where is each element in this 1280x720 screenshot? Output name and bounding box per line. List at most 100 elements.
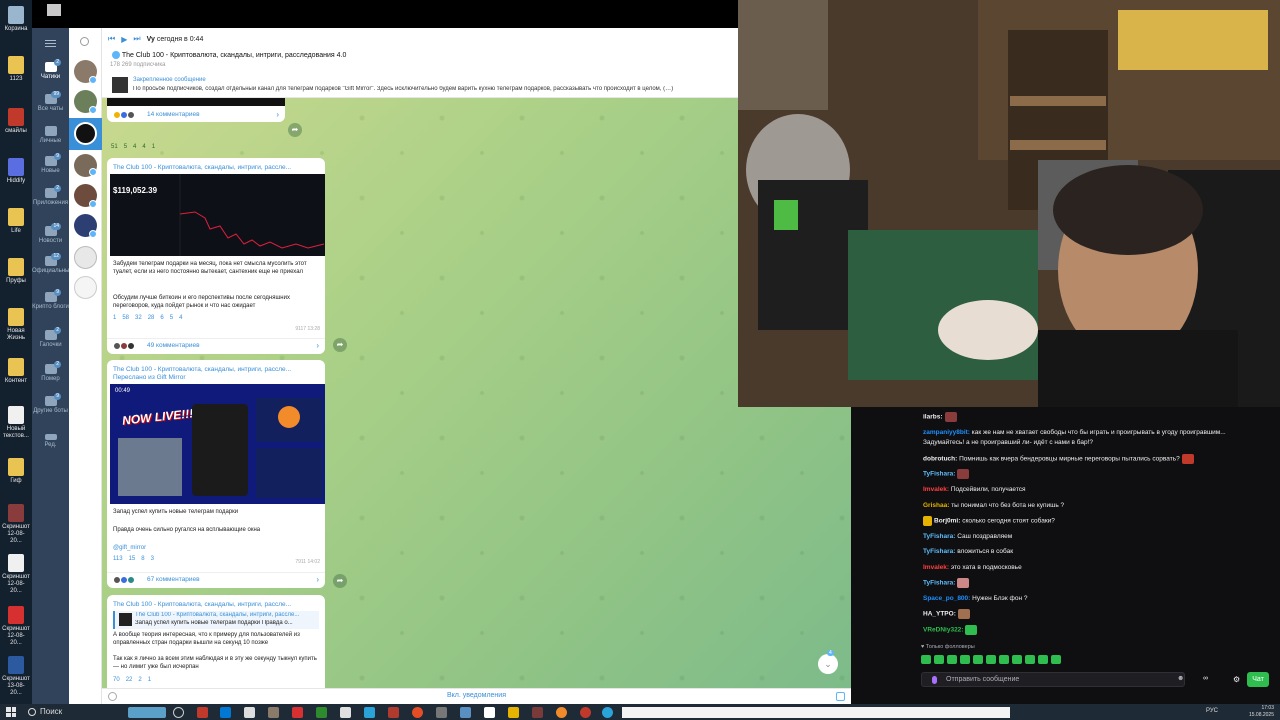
app-icon[interactable] (508, 707, 519, 718)
desktop-icon-new-text[interactable]: Новый текстов... (2, 406, 30, 440)
pinned-text[interactable]: По просьбе подписчиков, создал отдельный… (133, 86, 737, 92)
forwarded-from[interactable]: Переслано из Gift Mirror (113, 374, 186, 381)
desktop-icon-new-life[interactable]: Новая Жизнь (2, 308, 30, 342)
emote-button[interactable] (973, 655, 983, 664)
chat-input[interactable]: Отправить сообщение (921, 672, 1185, 687)
app-icon[interactable] (197, 707, 208, 718)
desktop-icon-life[interactable]: Life (2, 208, 30, 235)
reactions-row[interactable]: 1 58 32 28 6 5 4 (113, 315, 182, 321)
previous-icon[interactable]: ⏮ (108, 34, 115, 44)
app-icon[interactable] (244, 707, 255, 718)
app-icon[interactable] (268, 707, 279, 718)
task-view-icon[interactable] (173, 707, 184, 718)
folder-pomer[interactable]: 2 Помер (32, 361, 69, 383)
pinned-label[interactable]: Закрепленное сообщение (133, 77, 206, 83)
app-icon[interactable] (436, 707, 447, 718)
folder-new[interactable]: 9 Новые (32, 153, 69, 175)
emote-button[interactable] (1012, 655, 1022, 664)
unmute-button[interactable]: Вкл. уведомления (102, 692, 851, 699)
chrome-icon[interactable] (412, 707, 423, 718)
folder-official[interactable]: 12 Официальные (32, 253, 73, 275)
app-icon[interactable] (292, 707, 303, 718)
desktop-icon-1123[interactable]: 1123 (2, 56, 30, 83)
language-indicator[interactable]: РУС (1206, 708, 1218, 714)
search-icon[interactable] (80, 37, 89, 46)
yandex-icon[interactable] (484, 707, 495, 718)
desktop-icon-hiddify[interactable]: Hiddify (2, 158, 30, 185)
edge-icon[interactable] (364, 707, 375, 718)
chat-avatar[interactable] (74, 246, 97, 269)
channel-points[interactable]: ∞ (1203, 675, 1208, 682)
folder-all-chats[interactable]: 99 Все чаты (32, 91, 69, 113)
folder-apps[interactable]: 2 Приложения (32, 185, 69, 207)
video-preview[interactable]: 00:49 NOW LIVE!!! (110, 384, 325, 504)
emote-button[interactable] (934, 655, 944, 664)
emote-button[interactable] (1025, 655, 1035, 664)
emote-button[interactable] (921, 655, 931, 664)
next-icon[interactable]: ⏭ (133, 34, 140, 44)
share-icon[interactable]: ➦ (288, 123, 302, 137)
app-icon[interactable] (316, 707, 327, 718)
app-icon[interactable] (460, 707, 471, 718)
desktop-icon-screenshot-3[interactable]: Скриншот 12-08-20... (2, 606, 30, 647)
emote-button[interactable] (986, 655, 996, 664)
app-icon[interactable] (220, 707, 231, 718)
send-button[interactable]: Чат (1247, 672, 1269, 687)
emote-button[interactable] (1051, 655, 1061, 664)
folder-chats[interactable]: 2 Чатики (32, 59, 69, 81)
folder-news[interactable]: 14 Новости (32, 223, 69, 245)
app-icon[interactable] (340, 707, 351, 718)
post-source[interactable]: The Club 100 - Криптовалюта, скандалы, и… (113, 601, 319, 608)
reactions-row[interactable]: 51 5 4 4 1 (111, 144, 155, 150)
share-icon[interactable]: ➦ (333, 574, 347, 588)
app-icon[interactable] (580, 707, 591, 718)
media-preview[interactable] (107, 98, 285, 106)
folder-other-bots[interactable]: 9 Другие боты (32, 393, 69, 415)
post-source[interactable]: The Club 100 - Криптовалюта, скандалы, и… (113, 164, 319, 171)
app-icon[interactable] (388, 707, 399, 718)
comments-button[interactable]: 49 комментариев › (107, 338, 325, 352)
comments-button[interactable]: 67 комментариев › (107, 572, 325, 586)
reactions-row[interactable]: 113 15 8 3 (113, 556, 154, 562)
share-icon[interactable]: ➦ (333, 338, 347, 352)
folder-crypto-blogs[interactable]: 9 Крипто блоги (32, 289, 69, 311)
desktop-icon-screenshot-4[interactable]: Скриншот 13-08-20... (2, 656, 30, 697)
taskbar-search[interactable]: Поиск (24, 705, 124, 719)
app-icon[interactable] (532, 707, 543, 718)
desktop-icon-recycle-bin[interactable]: Корзина (2, 6, 30, 33)
folder-checkmarks[interactable]: 2 Галочки (32, 327, 69, 349)
comments-button[interactable]: 14 комментариев › (107, 108, 285, 122)
menu-icon[interactable] (45, 40, 56, 47)
desktop-icon-gif[interactable]: Гиф (2, 458, 30, 485)
reply-quote[interactable]: The Club 100 - Криптовалюта, скандалы, и… (113, 611, 319, 629)
desktop-icon-proofs[interactable]: Пруфы (2, 258, 30, 285)
gift-icon[interactable] (836, 692, 845, 701)
taskbar-widget[interactable] (128, 707, 166, 718)
bitcoin-chart-image[interactable]: $119,052.39 (110, 174, 325, 256)
gear-icon[interactable]: ⚙ (1233, 675, 1240, 684)
app-icon[interactable] (556, 707, 567, 718)
desktop-icon-content[interactable]: Контент (2, 358, 30, 385)
folder-personal[interactable]: Личные (32, 126, 69, 145)
pinned-thumbnail[interactable] (112, 77, 128, 93)
telegram-icon[interactable] (602, 707, 613, 718)
player-track[interactable]: Vy сегодня в 0:44 (147, 36, 204, 43)
emoji-icon[interactable]: ☻ (1177, 675, 1184, 682)
clock[interactable]: 17:03 15.08.2025 (1249, 705, 1274, 719)
desktop-icon-smiles[interactable]: смайлы (2, 108, 30, 135)
emote-button[interactable] (960, 655, 970, 664)
channel-title[interactable]: The Club 100 - Криптовалюта, скандалы, и… (112, 51, 346, 59)
post-link[interactable]: @gift_mirror (113, 544, 319, 552)
scroll-down-button[interactable]: ⌄ (818, 654, 838, 674)
emote-button[interactable] (947, 655, 957, 664)
emote-button[interactable] (999, 655, 1009, 664)
desktop-icon-screenshot-1[interactable]: Скриншот 12-08-20... (2, 504, 30, 545)
play-icon[interactable]: ▶ (121, 35, 127, 44)
emote-button[interactable] (1038, 655, 1048, 664)
desktop-icon-screenshot-2[interactable]: Скриншот 12-08-20... (2, 554, 30, 595)
post-source[interactable]: The Club 100 - Криптовалюта, скандалы, и… (113, 366, 319, 373)
chat-avatar[interactable] (74, 276, 97, 299)
windows-start-icon[interactable] (6, 707, 16, 717)
chat-avatar-active[interactable] (74, 122, 97, 145)
folder-edit[interactable]: Ред. (32, 434, 69, 449)
